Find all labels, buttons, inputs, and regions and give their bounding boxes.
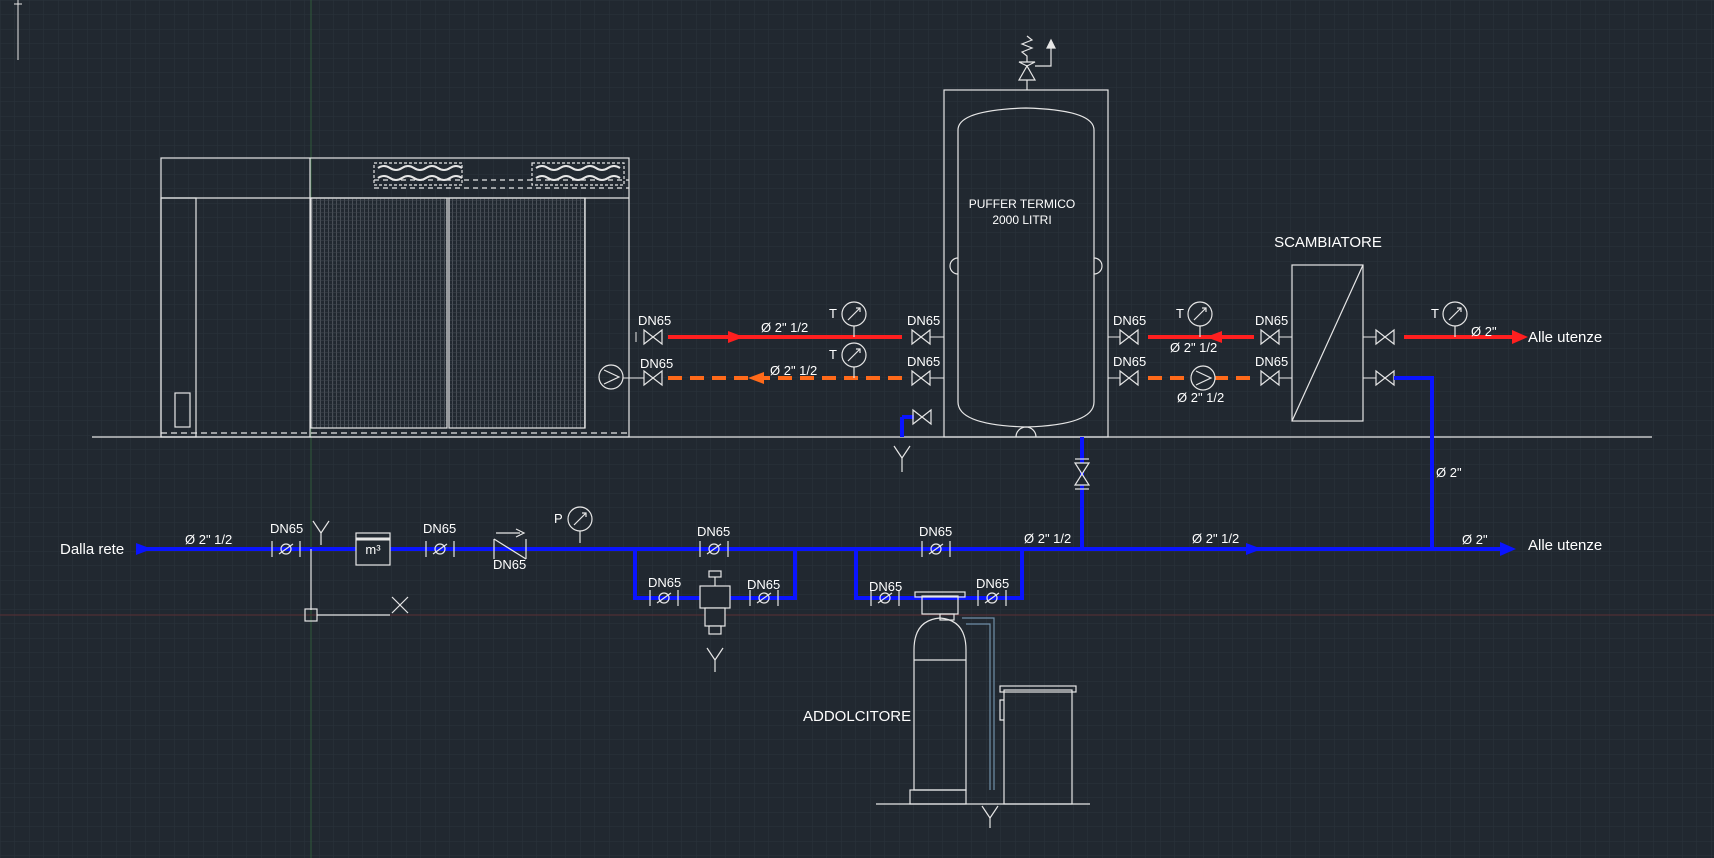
dn-label-7: DN65 (1255, 313, 1288, 328)
exchanger-label: SCAMBIATORE (1274, 234, 1382, 251)
buffer-label-line2: 2000 LITRI (992, 213, 1051, 227)
dn-label-8: DN65 (1255, 354, 1288, 369)
plumbing-schematic-canvas: PUFFER TERMICO 2000 LITRI SCAMBIATORE T … (0, 0, 1714, 858)
dn-label-17: DN65 (976, 576, 1009, 591)
pressure-label: P (554, 511, 563, 526)
pipe-label-inlet: Ø 2" 1/2 (185, 532, 232, 547)
grid-background (0, 0, 1714, 858)
temp-label-3: T (1176, 306, 1184, 321)
pipe-label-users-supply: Ø 2" (1471, 324, 1497, 339)
from-network-label: Dalla rete (60, 541, 124, 558)
dn-label-16: DN65 (869, 579, 902, 594)
dn-label-4: DN65 (907, 354, 940, 369)
to-users-label-top: Alle utenze (1528, 329, 1602, 346)
dn-label-12: DN65 (697, 524, 730, 539)
dn-label-6: DN65 (1113, 354, 1146, 369)
dn-label-1: DN65 (638, 313, 671, 328)
pipe-label-outlet: Ø 2" (1462, 532, 1488, 547)
dn-label-10: DN65 (423, 521, 456, 536)
dn-label-9: DN65 (270, 521, 303, 536)
to-users-label-bottom: Alle utenze (1528, 537, 1602, 554)
pipe-label-supply-2: Ø 2" 1/2 (1170, 340, 1217, 355)
temp-label-4: T (1431, 306, 1439, 321)
dn-label-14: DN65 (648, 575, 681, 590)
pipe-label-riser: Ø 2" (1436, 465, 1462, 480)
temp-label-1: T (829, 306, 837, 321)
dn-label-5: DN65 (1113, 313, 1146, 328)
buffer-label-line1: PUFFER TERMICO (969, 197, 1075, 211)
dn-label-15: DN65 (747, 577, 780, 592)
temp-label-2: T (829, 347, 837, 362)
dn-label-3: DN65 (907, 313, 940, 328)
water-meter-label: m³ (365, 542, 381, 557)
pipe-label-main-1: Ø 2" 1/2 (1024, 531, 1071, 546)
dn-label-11: DN65 (493, 557, 526, 572)
pipe-label-supply: Ø 2" 1/2 (761, 320, 808, 335)
softener-label: ADDOLCITORE (803, 708, 911, 725)
pipe-label-return: Ø 2" 1/2 (770, 363, 817, 378)
pipe-label-main-2: Ø 2" 1/2 (1192, 531, 1239, 546)
circulation-pump-icon (1190, 365, 1216, 391)
dn-label-13: DN65 (919, 524, 952, 539)
pipe-label-return-2: Ø 2" 1/2 (1177, 390, 1224, 405)
dn-label-2: DN65 (640, 356, 673, 371)
